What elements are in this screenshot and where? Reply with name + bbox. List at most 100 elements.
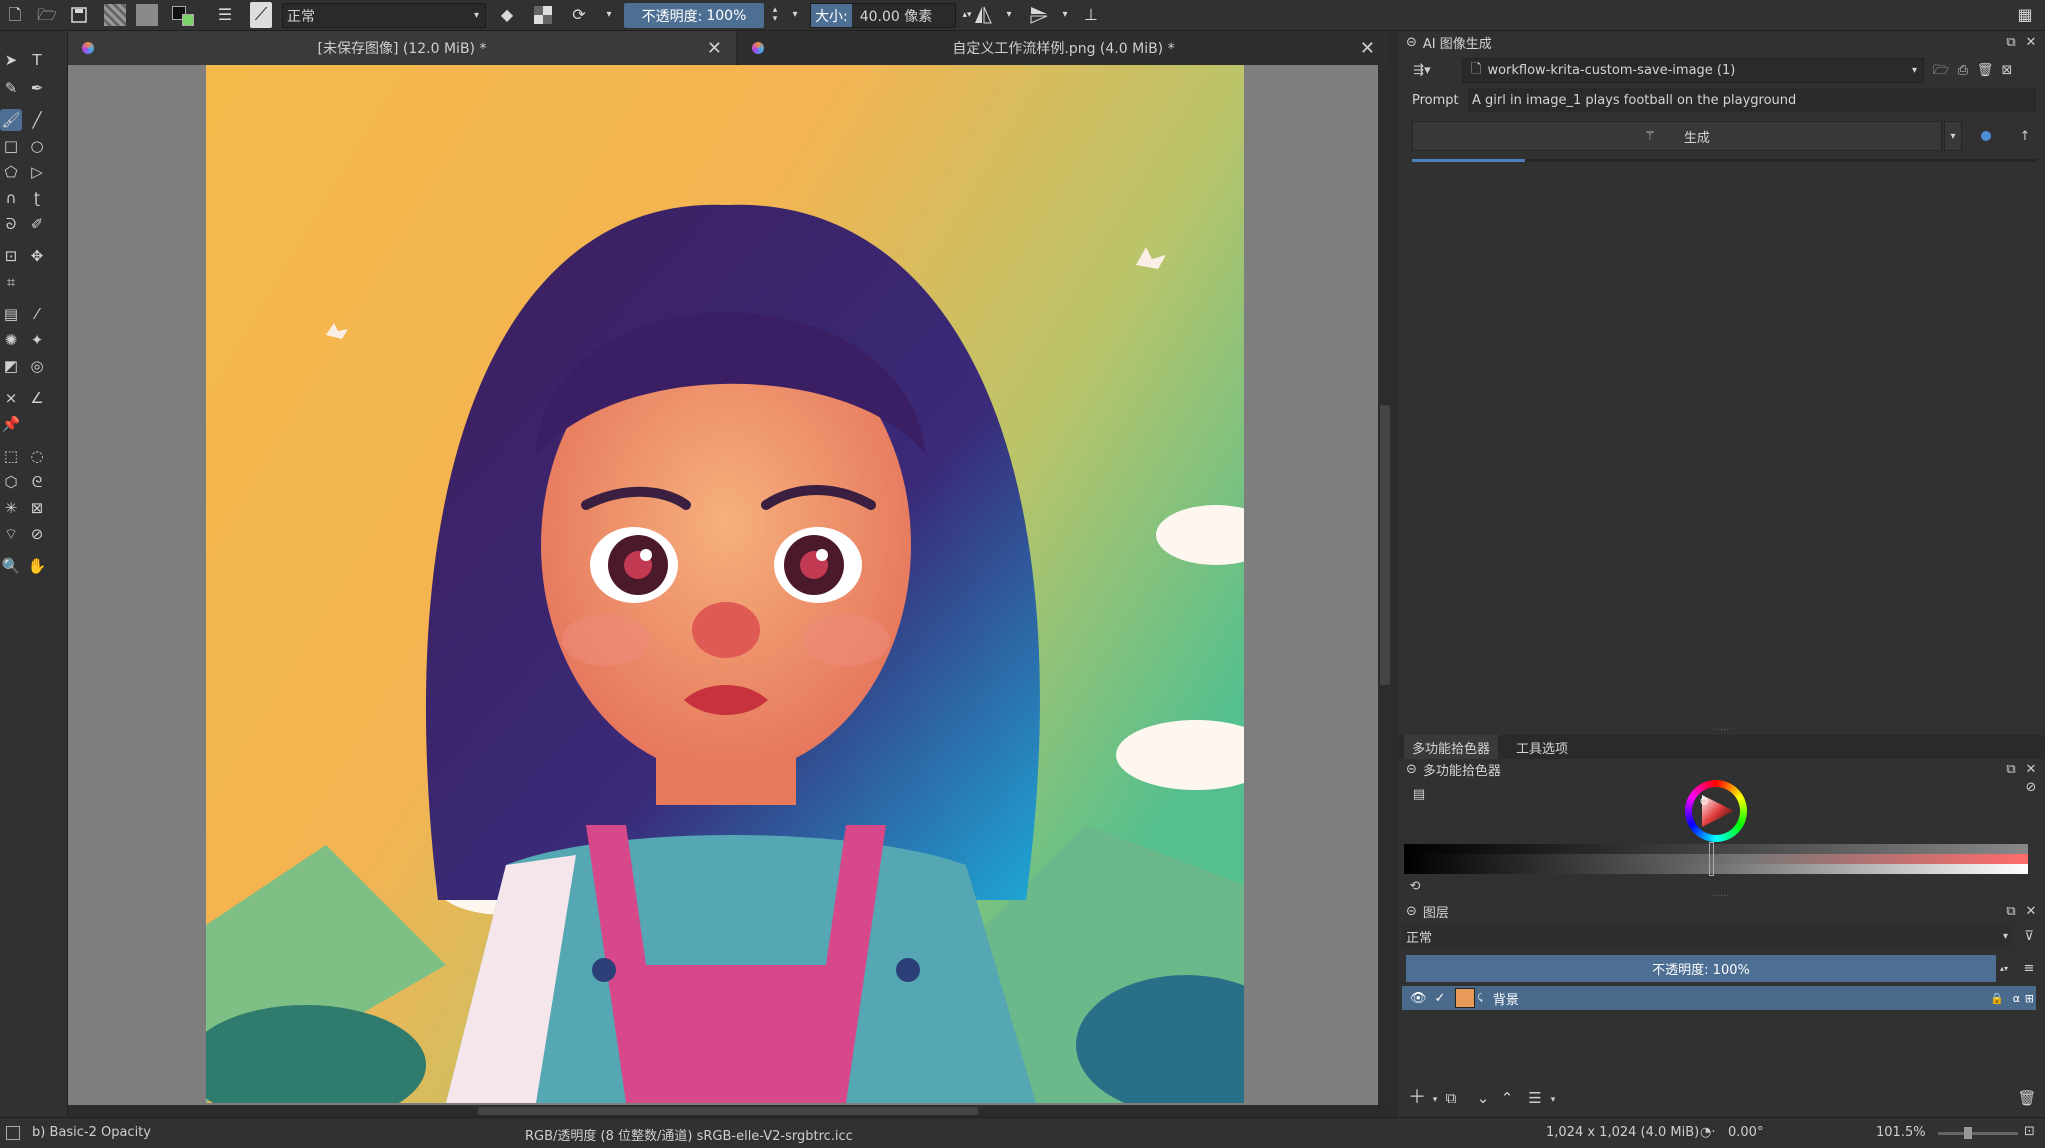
brush-preview-icon[interactable]: ⟋ bbox=[250, 2, 272, 28]
chevron-down-icon[interactable]: ▾ bbox=[1054, 4, 1076, 26]
close-icon[interactable]: ✕ bbox=[707, 38, 722, 59]
add-layer-icon[interactable]: ＋ bbox=[1408, 1089, 1426, 1107]
delete-layer-icon[interactable]: 🗑 bbox=[2017, 1089, 2036, 1107]
lock-icon[interactable]: 🔒 bbox=[1990, 992, 2004, 1005]
zoom-tool-icon[interactable]: 🔍 bbox=[0, 555, 22, 577]
screen-icon[interactable]: ⊡ bbox=[2024, 1124, 2035, 1139]
checkbox-icon[interactable]: ✓ bbox=[1435, 991, 1446, 1006]
contiguous-select-tool-icon[interactable]: ✳ bbox=[0, 497, 22, 519]
inherit-alpha-icon[interactable]: ⊞ bbox=[2025, 992, 2034, 1005]
chevron-down-icon[interactable]: ▾ bbox=[1544, 1091, 1562, 1109]
smart-patch-tool-icon[interactable]: ✺ bbox=[0, 329, 22, 351]
chevron-down-icon[interactable]: ▾ bbox=[998, 4, 1020, 26]
float-panel-icon[interactable]: ⧉ bbox=[2002, 902, 2020, 920]
save-icon[interactable] bbox=[68, 4, 90, 26]
chevron-down-icon[interactable]: ▾ bbox=[784, 4, 806, 26]
horizontal-scrollbar[interactable] bbox=[68, 1105, 1378, 1117]
alpha-icon[interactable]: α bbox=[2013, 992, 2020, 1005]
lock-icon[interactable]: ⊝ bbox=[1406, 904, 1417, 919]
opacity-spinner[interactable]: ▴ ▾ bbox=[764, 4, 786, 26]
no-color-icon[interactable]: ⊘ bbox=[2022, 778, 2040, 796]
size-slider[interactable]: 大小: 40.00 像素 bbox=[810, 3, 956, 28]
rotation-icon[interactable]: ◔· bbox=[1700, 1125, 1715, 1140]
move-up-icon[interactable]: ⌃ bbox=[1498, 1089, 1516, 1107]
duplicate-layer-icon[interactable]: ⧉ bbox=[1442, 1089, 1460, 1107]
brush-preset-icon[interactable] bbox=[6, 1126, 20, 1140]
close-icon[interactable]: ✕ bbox=[2022, 760, 2040, 778]
tab-custom-workflow[interactable]: 自定义工作流样例.png (4.0 MiB) * ✕ bbox=[738, 31, 1389, 65]
layer-name[interactable]: 背景 bbox=[1493, 989, 1519, 1008]
export-icon[interactable]: ⊠ bbox=[1998, 61, 2016, 79]
tab-unsaved-image[interactable]: [未保存图像] (12.0 MiB) * ✕ bbox=[68, 31, 736, 65]
saturation-slider[interactable] bbox=[1404, 854, 2028, 864]
close-icon[interactable]: ✕ bbox=[2022, 33, 2040, 51]
tab-advanced-color-selector[interactable]: 多功能拾色器 bbox=[1404, 735, 1499, 759]
ellipse-select-tool-icon[interactable]: ◌ bbox=[26, 445, 48, 467]
measure-tool-icon[interactable]: ∠ bbox=[26, 387, 48, 409]
rectangle-tool-icon[interactable]: □ bbox=[0, 135, 22, 157]
value-slider[interactable] bbox=[1404, 844, 2028, 854]
delete-icon[interactable]: 🗑 bbox=[1976, 61, 1994, 79]
preserve-alpha-icon[interactable] bbox=[532, 4, 554, 26]
calligraphy-tool-icon[interactable]: ✒ bbox=[26, 77, 48, 99]
gradient-pattern-icon[interactable] bbox=[104, 4, 126, 26]
bezier-tool-icon[interactable]: ∩ bbox=[0, 187, 22, 209]
generate-options-dropdown[interactable]: ▾ bbox=[1944, 121, 1962, 151]
transform-tool-icon[interactable]: ⊡ bbox=[0, 245, 22, 267]
filter-icon[interactable]: ⊽ bbox=[2020, 927, 2038, 945]
fill-tool-icon[interactable]: ◩ bbox=[0, 355, 22, 377]
freehand-select-tool-icon[interactable]: ᘓ bbox=[26, 471, 48, 493]
canvas-area[interactable] bbox=[68, 65, 1378, 1105]
close-icon[interactable]: ✕ bbox=[2022, 902, 2040, 920]
reference-images-tool-icon[interactable]: 📌 bbox=[0, 413, 22, 435]
reset-icon[interactable]: ⟲ bbox=[1406, 877, 1424, 895]
workflow-mode-icon[interactable]: ⇶▾ bbox=[1408, 61, 1436, 79]
color-settings-icon[interactable]: ▤ bbox=[1410, 785, 1428, 803]
visibility-eye-icon[interactable]: 👁 bbox=[1410, 991, 1427, 1006]
new-document-icon[interactable]: 🗋 bbox=[4, 4, 26, 26]
text-tool-icon[interactable]: T bbox=[26, 49, 48, 71]
gradient-tool-icon[interactable]: ▤ bbox=[0, 303, 22, 325]
layer-opacity-slider[interactable]: 不透明度: 100% bbox=[1406, 955, 1996, 982]
rect-select-tool-icon[interactable]: ⬚ bbox=[0, 445, 22, 467]
brush-presets-icon[interactable]: ☰ bbox=[214, 4, 236, 26]
upload-icon[interactable]: ↑ bbox=[2016, 127, 2034, 145]
open-folder-icon[interactable]: 🗁 bbox=[1932, 61, 1950, 79]
reload-preset-icon[interactable]: ⟳ bbox=[568, 4, 590, 26]
fg-bg-color-icon[interactable] bbox=[172, 4, 194, 26]
color-wheel[interactable] bbox=[1685, 780, 1747, 842]
opacity-slider[interactable]: 不透明度: 100% bbox=[624, 3, 764, 28]
lock-icon[interactable]: ⊝ bbox=[1406, 762, 1417, 777]
color-picker-tool-icon[interactable]: ⁄ bbox=[26, 303, 48, 325]
freehand-path-tool-icon[interactable]: ʈ bbox=[26, 187, 48, 209]
vertical-scrollbar[interactable] bbox=[1378, 65, 1392, 1105]
close-icon[interactable]: ✕ bbox=[1360, 38, 1375, 59]
scrollbar-thumb[interactable] bbox=[1380, 405, 1390, 685]
pattern-swatch-icon[interactable] bbox=[136, 4, 158, 26]
open-folder-icon[interactable]: 🗁 bbox=[36, 4, 58, 26]
ellipse-tool-icon[interactable]: ○ bbox=[26, 135, 48, 157]
line-tool-icon[interactable]: ╱ bbox=[26, 109, 48, 131]
lightness-slider[interactable] bbox=[1404, 864, 2028, 874]
assistant-tool-icon[interactable]: ⨯ bbox=[0, 387, 22, 409]
polygon-tool-icon[interactable]: ⬠ bbox=[0, 161, 22, 183]
workspace-icon[interactable]: ▦ bbox=[2014, 4, 2036, 26]
tab-tool-options[interactable]: 工具选项 bbox=[1508, 735, 1576, 759]
colorize-mask-tool-icon[interactable]: ✦ bbox=[26, 329, 48, 351]
slider-handle[interactable] bbox=[1709, 842, 1714, 876]
freehand-brush-tool-icon[interactable]: 🖌 bbox=[0, 109, 22, 131]
polygon-select-tool-icon[interactable]: ⬡ bbox=[0, 471, 22, 493]
dynamic-brush-tool-icon[interactable]: ᘐ bbox=[0, 213, 22, 235]
zoom-slider-handle[interactable] bbox=[1964, 1127, 1972, 1139]
similar-select-tool-icon[interactable]: ⊠ bbox=[26, 497, 48, 519]
workflow-select[interactable]: 🗋 workflow-krita-custom-save-image (1) ▾ bbox=[1462, 58, 1924, 83]
mirror-horizontal-icon[interactable] bbox=[972, 4, 994, 26]
bezier-select-tool-icon[interactable]: ⌔ bbox=[0, 523, 22, 545]
move-down-icon[interactable]: ⌄ bbox=[1474, 1089, 1492, 1107]
select-shapes-tool-icon[interactable]: ➤ bbox=[0, 49, 22, 71]
prompt-input[interactable]: A girl in image_1 plays football on the … bbox=[1468, 88, 2036, 112]
lock-icon[interactable]: ⊝ bbox=[1406, 35, 1417, 50]
enclose-fill-tool-icon[interactable]: ◎ bbox=[26, 355, 48, 377]
layer-row[interactable]: 👁 ✓ ⤹ 背景 🔒 α ⊞ bbox=[1402, 986, 2036, 1010]
generate-button[interactable]: ⚚ 生成 bbox=[1412, 121, 1942, 151]
